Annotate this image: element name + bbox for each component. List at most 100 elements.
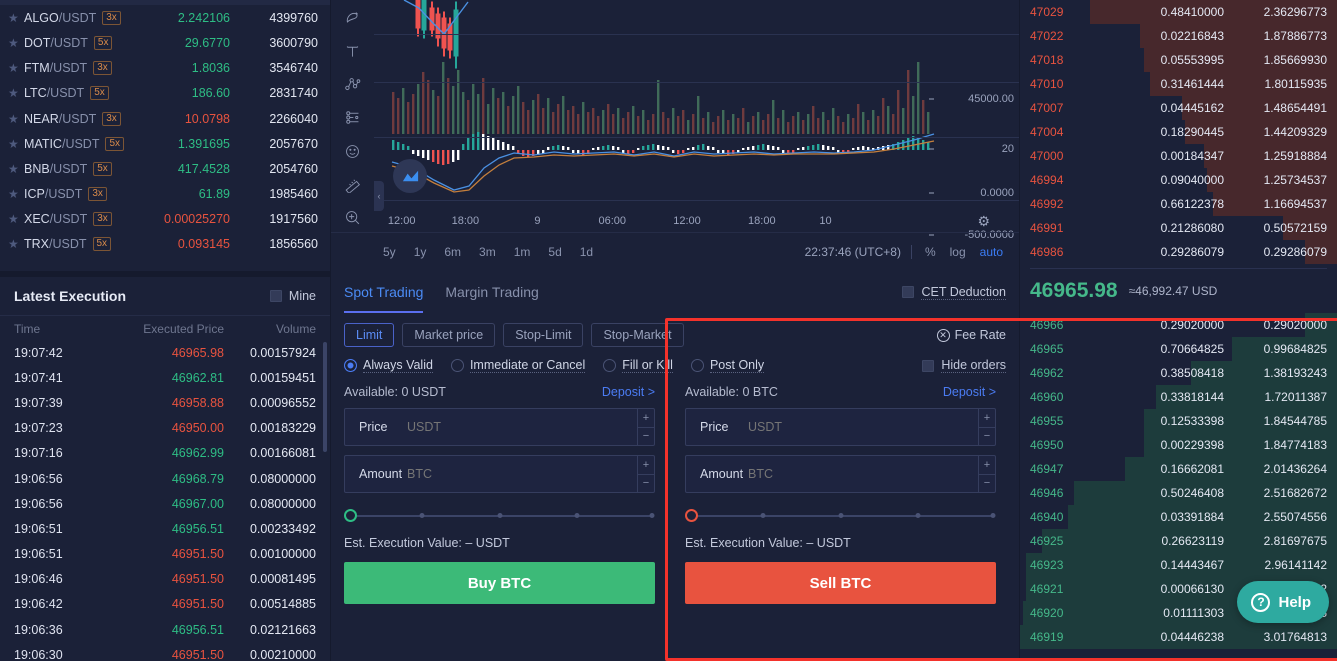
- ticker-row[interactable]: ★ MATIC/USDT 5x 1.391695 2057670: [0, 131, 330, 156]
- ruler-icon[interactable]: [337, 170, 367, 199]
- order-book-row-bid[interactable]: 46950 0.00229398 1.84774183: [1020, 433, 1337, 457]
- buy-price-stepper[interactable]: + −: [637, 409, 654, 445]
- sell-percent-slider[interactable]: [685, 509, 996, 523]
- ticker-row[interactable]: ★ XEC/USDT 3x 0.00025270 1917560: [0, 207, 330, 232]
- settings-levels-icon[interactable]: [337, 103, 367, 132]
- order-book-row-ask[interactable]: 46994 0.09040000 1.25734537: [1020, 168, 1337, 192]
- hide-orders-toggle[interactable]: Hide orders: [922, 358, 1006, 373]
- hide-orders-checkbox[interactable]: [922, 359, 935, 372]
- favorite-star-icon[interactable]: ★: [8, 62, 22, 74]
- order-book-row-bid[interactable]: 46946 0.50246408 2.51682672: [1020, 481, 1337, 505]
- chart-canvas[interactable]: [374, 0, 1020, 232]
- ticker-row[interactable]: ★ FTM/USDT 3x 1.8036 3546740: [0, 56, 330, 81]
- radio-post-only[interactable]: [690, 359, 704, 372]
- execution-scrollbar[interactable]: [323, 342, 327, 452]
- chart-settings-gear-icon[interactable]: ⚙: [977, 213, 990, 230]
- log-scale-button[interactable]: log: [943, 242, 973, 262]
- order-book-row-ask[interactable]: 46992 0.66122378 1.16694537: [1020, 192, 1337, 216]
- order-book-row-ask[interactable]: 47022 0.02216843 1.87886773: [1020, 24, 1337, 48]
- order-book-row-bid[interactable]: 46962 0.38508418 1.38193243: [1020, 361, 1337, 385]
- favorite-star-icon[interactable]: ★: [8, 188, 22, 200]
- chart-tool-palette[interactable]: [330, 0, 374, 232]
- validity-fill-or-kill[interactable]: Fill or Kill: [603, 358, 673, 373]
- order-book-row-ask[interactable]: 47029 0.48410000 2.36296773: [1020, 0, 1337, 24]
- buy-amount-decrement[interactable]: −: [638, 475, 654, 493]
- buy-deposit-link[interactable]: Deposit >: [602, 385, 655, 399]
- text-icon[interactable]: [337, 37, 367, 66]
- buy-amount-field[interactable]: Amount + −: [344, 455, 655, 493]
- favorite-star-icon[interactable]: ★: [8, 138, 22, 150]
- order-book-row-bid[interactable]: 46947 0.16662081 2.01436264: [1020, 457, 1337, 481]
- auto-scale-button[interactable]: auto: [973, 242, 1010, 262]
- buy-price-input[interactable]: [407, 420, 637, 434]
- percent-scale-button[interactable]: %: [918, 242, 943, 262]
- mine-filter-toggle[interactable]: Mine: [269, 289, 316, 303]
- zoom-in-icon[interactable]: [337, 203, 367, 232]
- timeframe-6m[interactable]: 6m: [435, 242, 470, 262]
- sell-price-increment[interactable]: +: [979, 409, 995, 428]
- favorite-star-icon[interactable]: ★: [8, 113, 22, 125]
- favorite-star-icon[interactable]: ★: [8, 12, 22, 24]
- ticker-row[interactable]: ★ ALGO/USDT 3x 2.242106 4399760: [0, 5, 330, 30]
- chart-panel-collapse-handle[interactable]: ‹: [374, 181, 384, 211]
- order-book-row-bid[interactable]: 46923 0.14443467 2.96141142: [1020, 553, 1337, 577]
- order-book-row-ask[interactable]: 47007 0.04445162 1.48654491: [1020, 96, 1337, 120]
- buy-price-decrement[interactable]: −: [638, 428, 654, 446]
- buy-slider-tick-50[interactable]: [497, 513, 502, 518]
- radio-fill-or-kill[interactable]: [603, 359, 617, 372]
- buy-amount-stepper[interactable]: + −: [637, 456, 654, 492]
- sell-amount-decrement[interactable]: −: [979, 475, 995, 493]
- chart-indicator-badge-icon[interactable]: [393, 159, 427, 193]
- order-book-row-bid[interactable]: 46955 0.12533398 1.84544785: [1020, 409, 1337, 433]
- help-button[interactable]: ? Help: [1237, 581, 1329, 623]
- sell-amount-stepper[interactable]: + −: [978, 456, 995, 492]
- tab-margin-trading[interactable]: Margin Trading: [445, 271, 538, 313]
- emoji-icon[interactable]: [337, 137, 367, 166]
- order-type-stop-market[interactable]: Stop-Market: [591, 323, 684, 347]
- pattern-icon[interactable]: [337, 70, 367, 99]
- order-book-asks[interactable]: 47029 0.48410000 2.36296773 47022 0.02216843…: [1020, 0, 1337, 264]
- timeframe-buttons[interactable]: 5y 1y 6m 3m 1m 5d 1d: [374, 242, 602, 262]
- order-book-row-ask[interactable]: 47010 0.31461444 1.80115935: [1020, 72, 1337, 96]
- price-chart[interactable]: 45000.00 20 0.0000 -500.0000 12:00 18:00 9 06:…: [330, 0, 1020, 271]
- order-book-row-bid[interactable]: 46960 0.33818144 1.72011387: [1020, 385, 1337, 409]
- buy-amount-increment[interactable]: +: [638, 456, 654, 475]
- tab-spot-trading[interactable]: Spot Trading: [344, 271, 424, 313]
- order-book-row-bid[interactable]: 46965 0.70664825 0.99684825: [1020, 337, 1337, 361]
- timeframe-1m[interactable]: 1m: [505, 242, 540, 262]
- validity-post-only[interactable]: Post Only: [690, 358, 765, 373]
- timeframe-1d[interactable]: 1d: [571, 242, 602, 262]
- buy-price-field[interactable]: Price + −: [344, 408, 655, 446]
- sell-slider-knob[interactable]: [685, 509, 698, 522]
- cet-deduction-toggle[interactable]: CET Deduction: [902, 285, 1006, 300]
- sell-price-stepper[interactable]: + −: [978, 409, 995, 445]
- order-type-limit[interactable]: Limit: [344, 323, 395, 347]
- radio-always-valid[interactable]: [344, 359, 357, 372]
- sell-slider-tick-50[interactable]: [838, 513, 843, 518]
- sell-button[interactable]: Sell BTC: [685, 562, 996, 604]
- order-book-row-ask[interactable]: 47004 0.18290445 1.44209329: [1020, 120, 1337, 144]
- ticker-row[interactable]: ★ LTC/USDT 5x 186.60 2831740: [0, 81, 330, 106]
- timeframe-5d[interactable]: 5d: [539, 242, 570, 262]
- favorite-star-icon[interactable]: ★: [8, 238, 22, 250]
- favorite-star-icon[interactable]: ★: [8, 163, 22, 175]
- sell-slider-tick-25[interactable]: [760, 513, 766, 518]
- sell-price-input[interactable]: [748, 420, 978, 434]
- order-book-row-ask[interactable]: 47018 0.05553995 1.85669930: [1020, 48, 1337, 72]
- radio-immediate-or-cancel[interactable]: [450, 359, 464, 372]
- order-book-row-bid[interactable]: 46919 0.04446238 3.01764813: [1020, 625, 1337, 649]
- ticker-row[interactable]: ★ TRX/USDT 5x 0.093145 1856560: [0, 232, 330, 257]
- validity-immediate-or-cancel[interactable]: Immediate or Cancel: [450, 358, 586, 373]
- timeframe-5y[interactable]: 5y: [374, 242, 405, 262]
- buy-slider-tick-25[interactable]: [419, 513, 425, 518]
- favorite-star-icon[interactable]: ★: [8, 87, 22, 99]
- order-type-stop-limit[interactable]: Stop-Limit: [503, 323, 584, 347]
- order-book-row-bid[interactable]: 46966 0.29020000 0.29020000: [1020, 313, 1337, 337]
- sell-slider-tick-75[interactable]: [915, 513, 921, 518]
- buy-slider-knob[interactable]: [344, 509, 357, 522]
- order-book-row-ask[interactable]: 47000 0.00184347 1.25918884: [1020, 144, 1337, 168]
- ticker-row[interactable]: ★ BNB/USDT 5x 417.4528 2054760: [0, 156, 330, 181]
- buy-slider-tick-75[interactable]: [574, 513, 580, 518]
- ticker-row[interactable]: ★ DOT/USDT 5x 29.6770 3600790: [0, 30, 330, 55]
- sell-price-field[interactable]: Price + −: [685, 408, 996, 446]
